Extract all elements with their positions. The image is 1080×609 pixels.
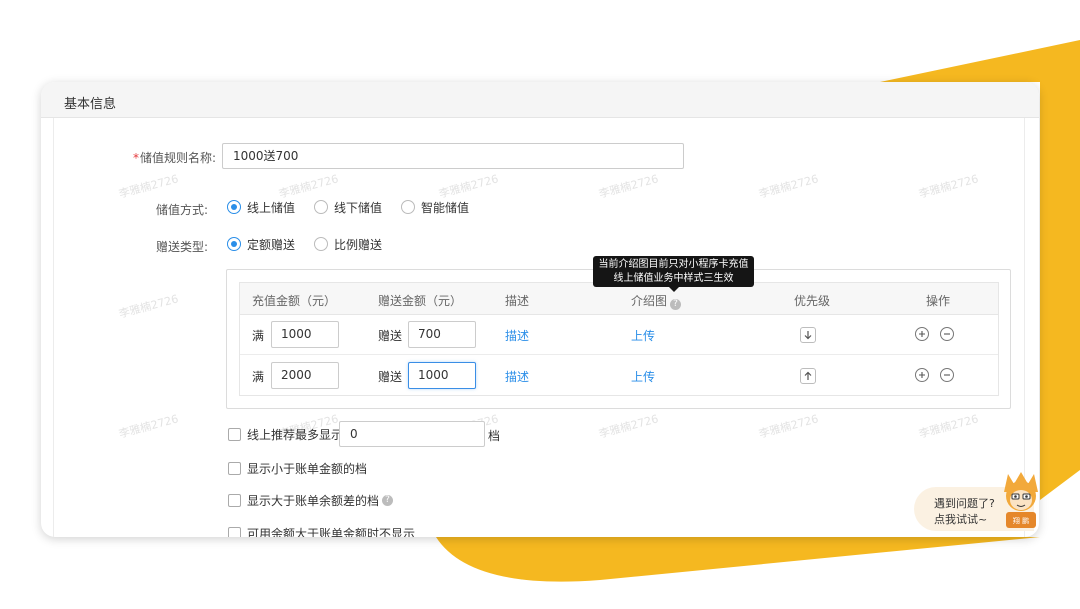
mascot-caption: 翔 鹏: [1013, 516, 1029, 525]
desc-link[interactable]: 描述: [505, 368, 529, 385]
gift-type-label: 赠送类型:: [155, 240, 208, 254]
gift-amount-input[interactable]: 700: [408, 321, 476, 348]
th-image: 介绍图?: [631, 292, 682, 310]
th-desc: 描述: [505, 294, 530, 308]
show-greater-checkbox[interactable]: 显示大于账单余额差的档?: [228, 492, 394, 508]
radio-offline[interactable]: 线下储值: [314, 199, 382, 215]
gift-prefix: 赠送: [378, 329, 403, 343]
checkbox-box: [228, 461, 241, 475]
table-header: 充值金额（元） 赠送金额（元） 描述 介绍图? 优先级 操作: [240, 283, 998, 315]
radio-label: 比例赠送: [334, 237, 383, 252]
radio-dot: [314, 237, 328, 251]
checkbox-label: 显示小于账单金额的档: [247, 461, 368, 476]
question-icon[interactable]: ?: [670, 299, 682, 310]
tooltip-line-1: 当前介绍图目前只对小程序卡充值: [598, 259, 749, 270]
section-title: 基本信息: [64, 97, 117, 112]
radio-dot: [227, 237, 241, 251]
radio-ratio-gift[interactable]: 比例赠送: [314, 236, 382, 252]
th-action: 操作: [926, 294, 951, 308]
radio-fixed-gift[interactable]: 定额赠送: [227, 236, 295, 252]
plus-circle-icon[interactable]: [915, 327, 929, 341]
minus-circle-icon[interactable]: [940, 368, 954, 382]
method-label: 储值方式:: [155, 203, 208, 217]
max-display-suffix: 档: [488, 429, 501, 443]
minus-circle-icon[interactable]: [940, 327, 954, 341]
help-line-2: 点我试试~: [934, 513, 988, 526]
checkbox-box: [228, 493, 241, 507]
checkbox-box: [228, 427, 241, 441]
table-row: 满 2000 赠送 1000 描述 上传: [240, 356, 998, 396]
recharge-amount-input[interactable]: 2000: [271, 362, 339, 389]
gift-prefix: 赠送: [378, 370, 403, 384]
desc-link[interactable]: 描述: [505, 327, 529, 344]
radio-online[interactable]: 线上储值: [227, 199, 295, 215]
arrow-down-icon[interactable]: [800, 327, 816, 343]
mascot-icon[interactable]: 翔 鹏: [1000, 470, 1042, 530]
radio-label: 智能储值: [421, 200, 470, 215]
hide-when-checkbox[interactable]: 可用余额大于账单金额时不显示: [228, 525, 415, 537]
max-display-checkbox[interactable]: 线上推荐最多显示: [228, 426, 343, 442]
row-prefix: 满: [252, 329, 265, 343]
show-less-checkbox[interactable]: 显示小于账单金额的档: [228, 460, 367, 476]
image-tooltip: 当前介绍图目前只对小程序卡充值 线上储值业务中样式三生效: [593, 256, 754, 292]
rule-name-label: *储值规则名称:: [96, 149, 216, 166]
rule-name-label-text: 储值规则名称:: [139, 151, 216, 165]
rule-name-input[interactable]: 1000送700: [222, 143, 684, 169]
gift-amount-input[interactable]: 1000: [408, 362, 476, 389]
card-header: 基本信息: [41, 82, 1039, 118]
tier-table: 充值金额（元） 赠送金额（元） 描述 介绍图? 优先级 操作 满 1000 赠送…: [239, 282, 999, 396]
row-prefix: 满: [252, 370, 265, 384]
checkbox-label: 显示大于账单余额差的档: [247, 493, 380, 508]
table-row: 满 1000 赠送 700 描述 上传: [240, 315, 998, 355]
checkbox-box: [228, 526, 241, 537]
radio-label: 线上储值: [247, 200, 296, 215]
clipped-option-row: 可用余额大于账单金额时不显示: [220, 520, 620, 537]
th-priority: 优先级: [794, 294, 831, 308]
th-recharge: 充值金额（元）: [252, 294, 337, 308]
radio-label: 线下储值: [334, 200, 383, 215]
radio-dot: [401, 200, 415, 214]
radio-smart[interactable]: 智能储值: [401, 199, 469, 215]
arrow-up-icon[interactable]: [800, 368, 816, 384]
radio-dot: [314, 200, 328, 214]
checkbox-label: 可用余额大于账单金额时不显示: [247, 526, 416, 538]
tooltip-line-2: 线上储值业务中样式三生效: [613, 273, 734, 284]
recharge-amount-input[interactable]: 1000: [271, 321, 339, 348]
max-display-input[interactable]: 0: [339, 421, 485, 447]
upload-link[interactable]: 上传: [631, 368, 655, 385]
tier-panel: 充值金额（元） 赠送金额（元） 描述 介绍图? 优先级 操作 满 1000 赠送…: [226, 269, 1011, 409]
plus-circle-icon[interactable]: [915, 368, 929, 382]
checkbox-label: 线上推荐最多显示: [247, 427, 344, 442]
radio-label: 定额赠送: [247, 237, 296, 252]
th-image-label: 介绍图: [631, 294, 668, 308]
required-mark: *: [132, 151, 139, 165]
upload-link[interactable]: 上传: [631, 327, 655, 344]
help-line-1: 遇到问题了?: [934, 497, 995, 510]
question-icon[interactable]: ?: [382, 494, 394, 506]
radio-dot: [227, 200, 241, 214]
th-gift: 赠送金额（元）: [378, 294, 463, 308]
